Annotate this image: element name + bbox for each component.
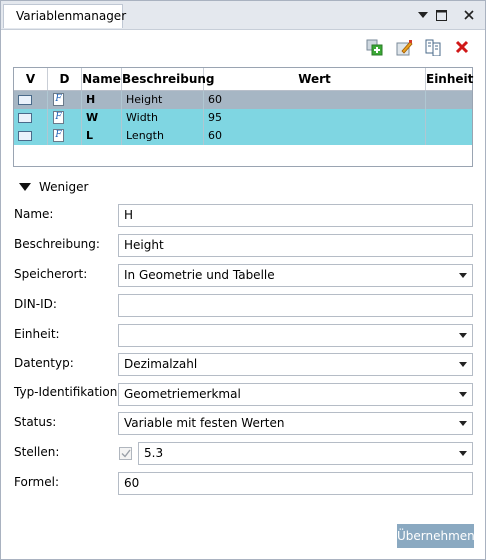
datentyp-dropdown[interactable]: Dezimalzahl	[118, 353, 473, 376]
window-tab[interactable]: Variablenmanager	[3, 4, 127, 28]
table-row[interactable]: F W Width 95	[14, 109, 472, 127]
v-cell	[14, 109, 48, 127]
stellen-value: 5.3	[144, 446, 164, 460]
beschreibung-value: Height	[124, 238, 164, 252]
chevron-down-icon[interactable]	[454, 265, 472, 286]
variables-table: V D Name Beschreibung Wert Einheit F H H…	[13, 67, 473, 167]
datentyp-label: Datentyp:	[14, 356, 74, 370]
formel-value: 60	[124, 476, 140, 490]
maximize-icon[interactable]	[431, 5, 451, 25]
speicherort-value: In Geometrie und Tabelle	[124, 268, 275, 282]
formel-label: Formel:	[14, 475, 59, 489]
column-header-wert[interactable]: Wert	[204, 68, 426, 90]
chevron-down-icon[interactable]	[454, 413, 472, 434]
variable-grid-icon	[18, 95, 32, 105]
title-bar: Variablenmanager	[1, 1, 485, 30]
dropdown-menu-icon[interactable]	[413, 5, 433, 25]
apply-button[interactable]: Übernehmen	[397, 524, 475, 548]
name-cell: W	[82, 109, 122, 127]
din-id-label: DIN-ID:	[14, 297, 57, 311]
variable-grid-icon	[18, 113, 32, 123]
speicherort-dropdown[interactable]: In Geometrie und Tabelle	[118, 264, 473, 287]
chevron-down-icon[interactable]	[454, 443, 472, 464]
name-cell: H	[82, 91, 122, 109]
formula-icon: F	[53, 93, 64, 106]
close-icon[interactable]	[459, 5, 479, 25]
beschreibung-label: Beschreibung:	[14, 237, 100, 251]
column-header-beschreibung[interactable]: Beschreibung	[122, 68, 215, 90]
stellen-checkbox[interactable]	[119, 447, 132, 460]
beschreibung-cell: Length	[122, 127, 204, 145]
d-cell: F	[48, 91, 82, 109]
name-value: H	[124, 208, 134, 222]
d-cell: F	[48, 127, 82, 145]
stellen-dropdown[interactable]: 5.3	[138, 442, 473, 465]
delete-variable-icon[interactable]	[453, 38, 471, 56]
name-field[interactable]: H	[118, 204, 473, 227]
chevron-down-icon[interactable]	[454, 325, 472, 346]
chevron-down-icon[interactable]	[454, 384, 472, 405]
chevron-down-icon[interactable]	[454, 354, 472, 375]
table-row[interactable]: F L Length 60	[14, 127, 472, 145]
wert-cell: 60	[204, 127, 426, 145]
einheit-label: Einheit:	[14, 327, 60, 341]
speicherort-label: Speicherort:	[14, 267, 88, 281]
beschreibung-field[interactable]: Height	[118, 234, 473, 257]
table-header: V D Name Beschreibung Wert Einheit	[14, 68, 473, 91]
einheit-cell	[426, 127, 472, 145]
details-toggle[interactable]: Weniger	[19, 179, 88, 195]
stellen-label: Stellen:	[14, 445, 60, 459]
d-cell: F	[48, 109, 82, 127]
column-header-einheit[interactable]: Einheit	[426, 68, 473, 90]
window-title: Variablenmanager	[16, 9, 127, 23]
status-label: Status:	[14, 415, 57, 429]
table-row[interactable]: F H Height 60	[14, 91, 472, 109]
edit-variable-icon[interactable]	[395, 38, 413, 56]
name-label: Name:	[14, 207, 54, 221]
variable-manager-window: Variablenmanager V D Name Beschreibung W…	[0, 0, 486, 560]
einheit-cell	[426, 91, 472, 109]
copy-variable-icon[interactable]	[423, 38, 441, 56]
details-toggle-label: Weniger	[39, 180, 89, 194]
column-header-d[interactable]: D	[48, 68, 82, 90]
einheit-dropdown[interactable]	[118, 324, 473, 347]
din-id-field[interactable]	[118, 294, 473, 317]
column-header-name[interactable]: Name	[82, 68, 122, 90]
beschreibung-cell: Height	[122, 91, 204, 109]
status-dropdown[interactable]: Variable mit festen Werten	[118, 412, 473, 435]
wert-cell: 95	[204, 109, 426, 127]
v-cell	[14, 91, 48, 109]
datentyp-value: Dezimalzahl	[124, 357, 198, 371]
einheit-cell	[426, 109, 472, 127]
formula-icon: F	[53, 111, 64, 124]
variable-grid-icon	[18, 131, 32, 141]
add-variable-icon[interactable]	[365, 38, 383, 56]
collapse-triangle-icon	[19, 183, 31, 191]
v-cell	[14, 127, 48, 145]
typ-identifikation-label: Typ-Identifikation:	[14, 385, 122, 399]
beschreibung-cell: Width	[122, 109, 204, 127]
typ-identifikation-dropdown[interactable]: Geometriemerkmal	[118, 383, 473, 406]
typ-identifikation-value: Geometriemerkmal	[124, 387, 241, 401]
column-header-v[interactable]: V	[14, 68, 48, 90]
name-cell: L	[82, 127, 122, 145]
status-value: Variable mit festen Werten	[124, 416, 285, 430]
formel-field[interactable]: 60	[118, 472, 473, 495]
formula-icon: F	[53, 129, 64, 142]
wert-cell: 60	[204, 91, 426, 109]
checkmark-icon	[121, 449, 131, 458]
